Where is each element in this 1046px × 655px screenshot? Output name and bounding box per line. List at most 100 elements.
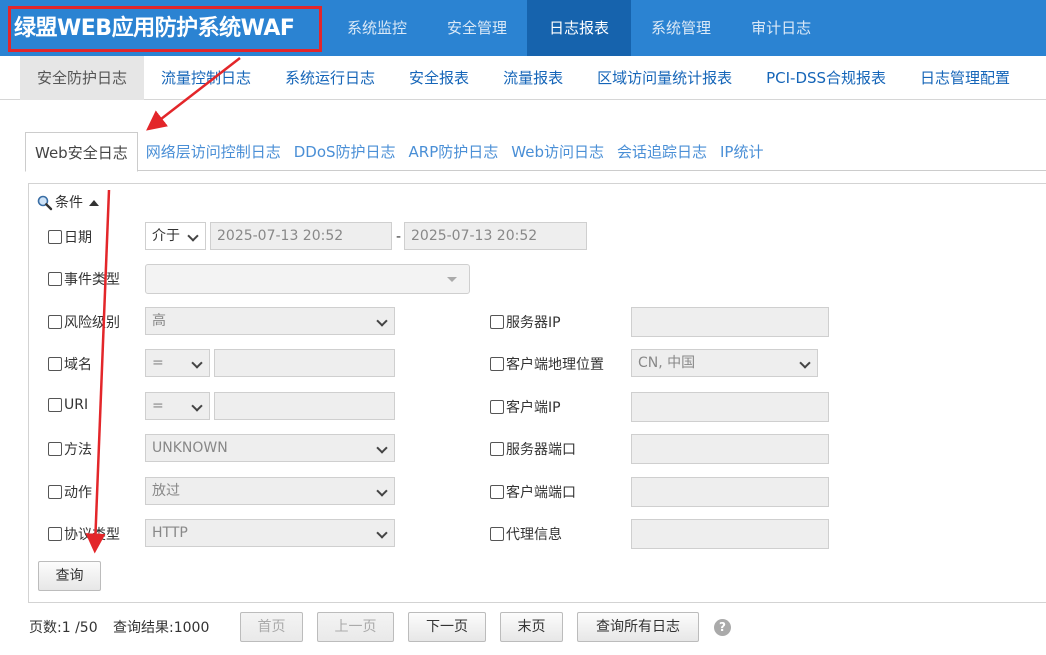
checkbox-box[interactable]: [490, 485, 504, 499]
date-end-input[interactable]: 2025-07-13 20:52: [404, 222, 587, 250]
server-port-input[interactable]: [631, 434, 829, 464]
conditions-toggle[interactable]: 条件: [37, 193, 99, 213]
last-page-button[interactable]: 末页: [500, 612, 563, 642]
domain-operator-select[interactable]: =: [145, 349, 210, 377]
tab-web-security-log[interactable]: Web安全日志: [25, 132, 138, 172]
date-checkbox[interactable]: 日期: [48, 227, 92, 247]
client-port-input[interactable]: [631, 477, 829, 507]
query-all-logs-button[interactable]: 查询所有日志: [577, 612, 699, 642]
prev-page-button[interactable]: 上一页: [317, 612, 394, 642]
client-port-label: 客户端端口: [506, 485, 576, 501]
protocol-select[interactable]: HTTP: [145, 519, 395, 547]
checkbox-box[interactable]: [48, 527, 62, 541]
collapse-up-icon: [89, 200, 99, 206]
subnav-traffic-control-log[interactable]: 流量控制日志: [144, 56, 268, 100]
date-start-value: 2025-07-13 20:52: [217, 228, 344, 244]
server-ip-checkbox[interactable]: 服务器IP: [490, 312, 561, 332]
nav-security-management[interactable]: 安全管理: [427, 0, 527, 56]
proxy-info-input[interactable]: [631, 519, 829, 549]
checkbox-box[interactable]: [48, 357, 62, 371]
chevron-down-icon: [376, 485, 388, 497]
chevron-down-icon: [376, 442, 388, 454]
next-page-button[interactable]: 下一页: [408, 612, 486, 642]
date-operator-select[interactable]: 介于: [145, 222, 206, 250]
client-geo-checkbox[interactable]: 客户端地理位置: [490, 354, 604, 374]
action-select[interactable]: 放过: [145, 477, 395, 505]
subnav-region-access-report[interactable]: 区域访问量统计报表: [580, 56, 749, 100]
tab-session-trace-log[interactable]: 会话追踪日志: [612, 132, 712, 171]
domain-input[interactable]: [214, 349, 395, 377]
server-ip-input[interactable]: [631, 307, 829, 337]
date-separator: -: [396, 229, 402, 245]
caret-down-icon: [447, 277, 457, 282]
client-geo-select[interactable]: CN, 中国: [631, 349, 818, 377]
uri-input[interactable]: [214, 392, 395, 420]
checkbox-box[interactable]: [490, 315, 504, 329]
checkbox-box[interactable]: [490, 527, 504, 541]
risk-level-checkbox[interactable]: 风险级别: [48, 312, 120, 332]
checkbox-box[interactable]: [48, 230, 62, 244]
domain-operator-value: =: [152, 355, 164, 371]
result-count: 查询结果:1000: [113, 620, 210, 636]
proxy-info-checkbox[interactable]: 代理信息: [490, 524, 562, 544]
subnav-traffic-report[interactable]: 流量报表: [486, 56, 580, 100]
domain-checkbox[interactable]: 域名: [48, 354, 92, 374]
subnav-security-protection-log[interactable]: 安全防护日志: [20, 56, 145, 100]
tab-web-access-log[interactable]: Web访问日志: [506, 132, 609, 171]
date-start-input[interactable]: 2025-07-13 20:52: [210, 222, 392, 250]
help-icon[interactable]: ?: [714, 619, 731, 636]
nav-system-management[interactable]: 系统管理: [631, 0, 731, 56]
event-type-label: 事件类型: [64, 272, 120, 288]
sub-nav: 安全防护日志 流量控制日志 系统运行日志 安全报表 流量报表 区域访问量统计报表…: [0, 56, 1046, 100]
checkbox-box[interactable]: [48, 272, 62, 286]
protocol-value: HTTP: [152, 525, 188, 541]
chevron-down-icon: [799, 357, 811, 369]
checkbox-box[interactable]: [490, 400, 504, 414]
nav-audit-log[interactable]: 审计日志: [731, 0, 831, 56]
uri-checkbox[interactable]: URI: [48, 397, 88, 413]
client-ip-label: 客户端IP: [506, 400, 561, 416]
action-label: 动作: [64, 485, 92, 501]
chevron-down-icon: [191, 400, 203, 412]
domain-label: 域名: [64, 357, 92, 373]
protocol-checkbox[interactable]: 协议类型: [48, 524, 120, 544]
action-checkbox[interactable]: 动作: [48, 482, 92, 502]
nav-system-monitor[interactable]: 系统监控: [327, 0, 427, 56]
search-icon: [37, 195, 53, 211]
subnav-system-running-log[interactable]: 系统运行日志: [268, 56, 392, 100]
uri-label: URI: [64, 397, 89, 413]
client-port-checkbox[interactable]: 客户端端口: [490, 482, 576, 502]
server-ip-label: 服务器IP: [506, 315, 561, 331]
client-geo-label: 客户端地理位置: [506, 357, 604, 373]
checkbox-box[interactable]: [48, 398, 62, 412]
checkbox-box[interactable]: [490, 357, 504, 371]
date-end-value: 2025-07-13 20:52: [411, 228, 538, 244]
risk-level-select[interactable]: 高: [145, 307, 395, 335]
event-type-checkbox[interactable]: 事件类型: [48, 269, 120, 289]
method-checkbox[interactable]: 方法: [48, 439, 92, 459]
server-port-checkbox[interactable]: 服务器端口: [490, 439, 576, 459]
checkbox-box[interactable]: [48, 442, 62, 456]
subnav-pci-dss-report[interactable]: PCI-DSS合规报表: [749, 56, 903, 100]
uri-operator-value: =: [152, 398, 164, 414]
client-ip-input[interactable]: [631, 392, 829, 422]
subnav-log-management-config[interactable]: 日志管理配置: [903, 56, 1027, 100]
query-button[interactable]: 查询: [38, 561, 101, 591]
chevron-down-icon: [376, 527, 388, 539]
uri-operator-select[interactable]: =: [145, 392, 210, 420]
checkbox-box[interactable]: [48, 485, 62, 499]
subnav-security-report[interactable]: 安全报表: [392, 56, 486, 100]
checkbox-box[interactable]: [48, 315, 62, 329]
tab-ddos-log[interactable]: DDoS防护日志: [289, 132, 401, 171]
first-page-button[interactable]: 首页: [240, 612, 303, 642]
client-ip-checkbox[interactable]: 客户端IP: [490, 397, 561, 417]
event-type-select[interactable]: [145, 264, 470, 294]
tab-ip-stats[interactable]: IP统计: [715, 132, 768, 171]
page: 绿盟WEB应用防护系统WAF 系统监控 安全管理 日志报表 系统管理 审计日志 …: [0, 0, 1046, 655]
tab-network-acl-log[interactable]: 网络层访问控制日志: [141, 132, 286, 171]
nav-log-reports[interactable]: 日志报表: [527, 0, 632, 56]
checkbox-box[interactable]: [490, 442, 504, 456]
method-value: UNKNOWN: [152, 440, 228, 456]
tab-arp-log[interactable]: ARP防护日志: [404, 132, 504, 171]
method-select[interactable]: UNKNOWN: [145, 434, 395, 462]
